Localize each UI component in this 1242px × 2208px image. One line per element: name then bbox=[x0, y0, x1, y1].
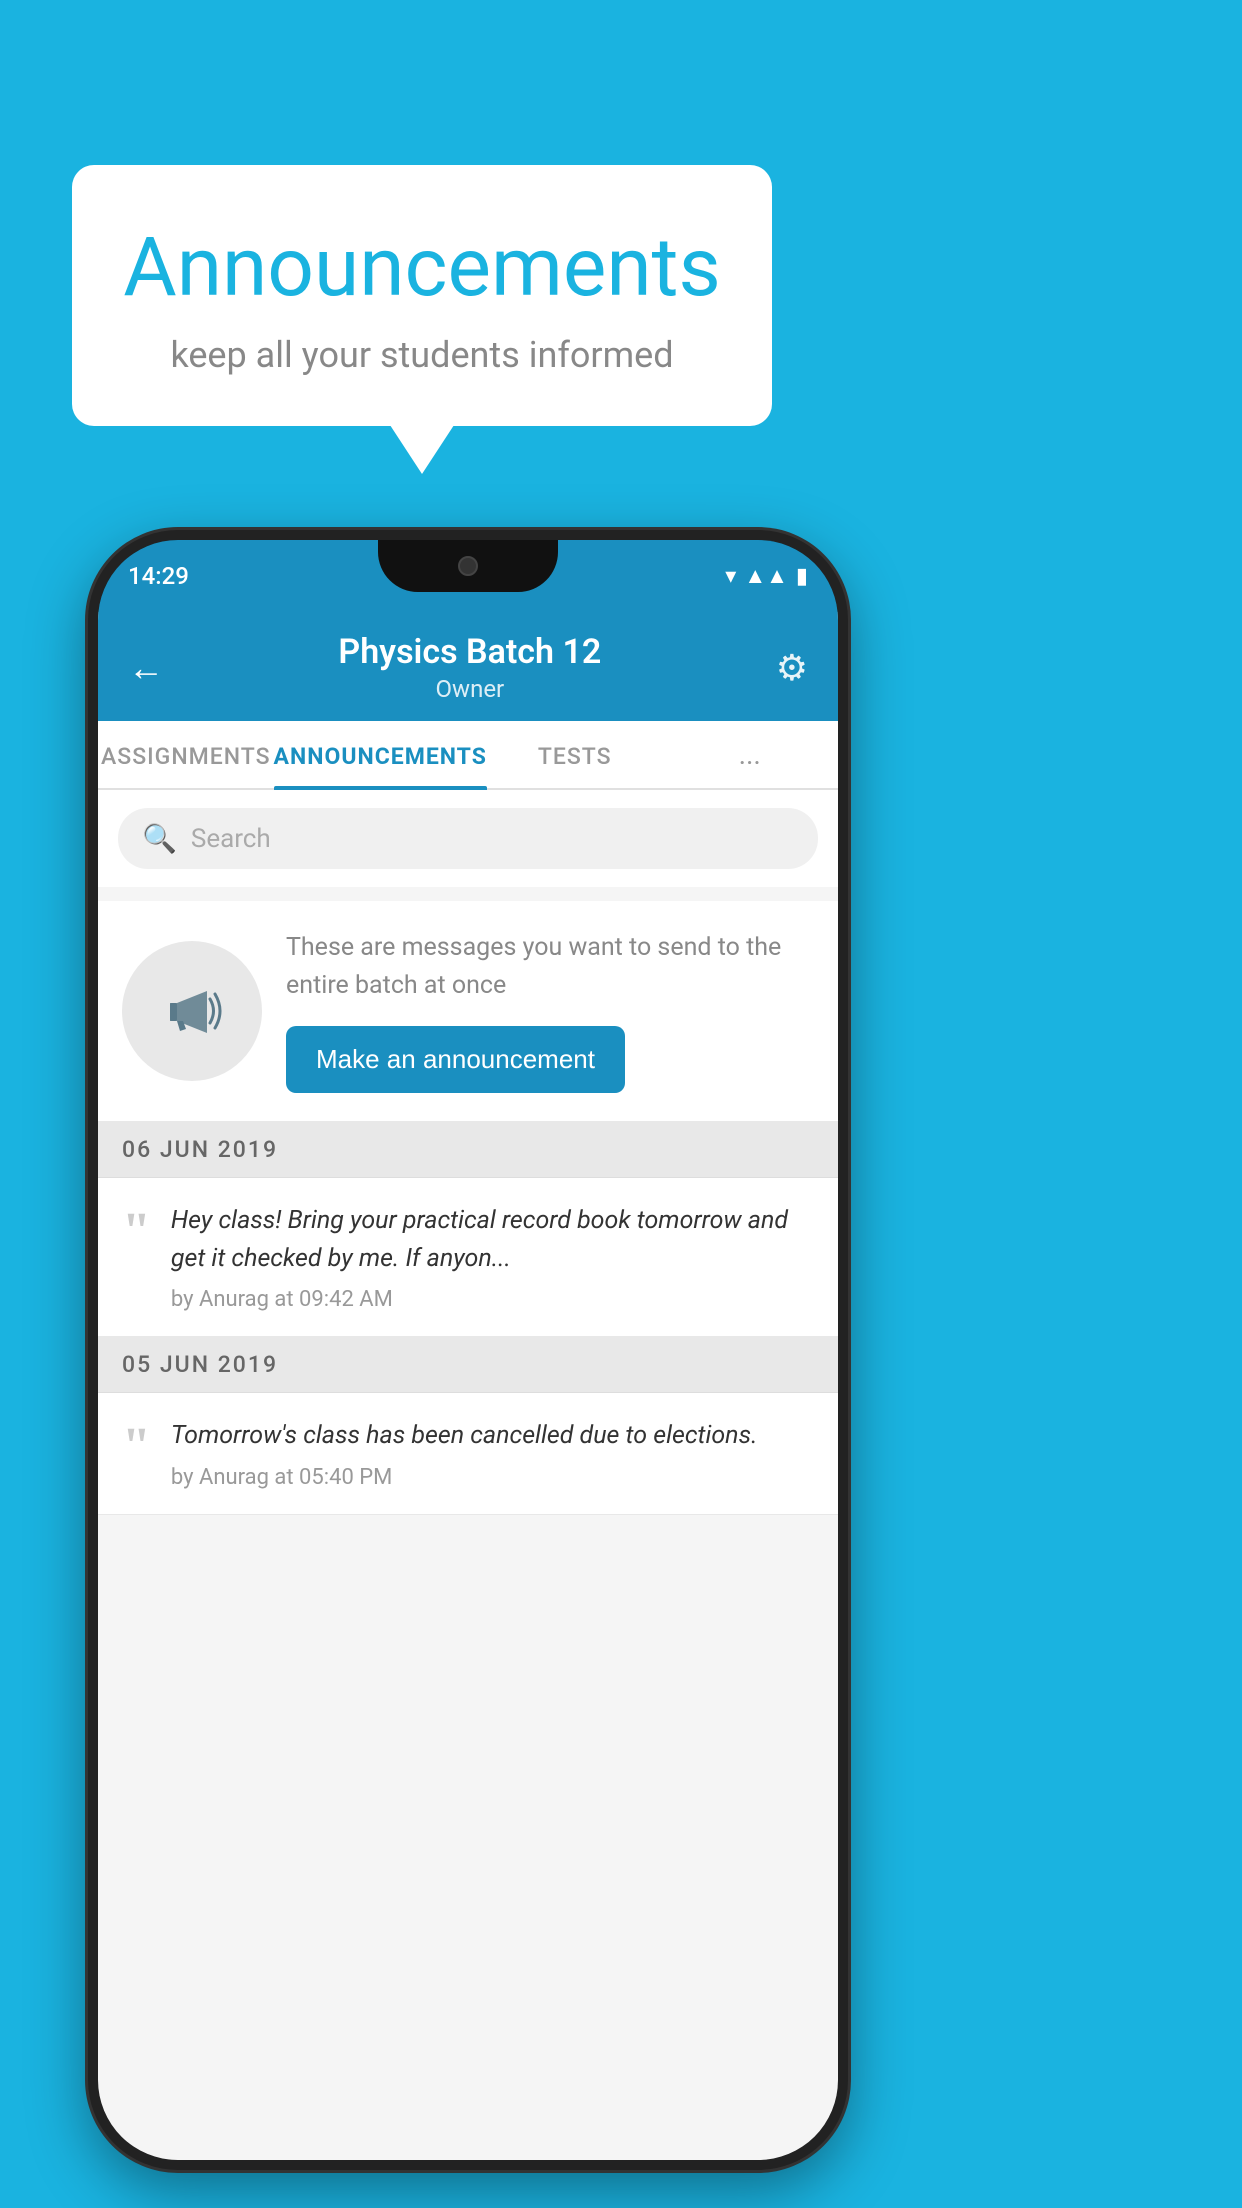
tab-more[interactable]: ... bbox=[662, 721, 838, 788]
announcement-meta-1: by Anurag at 09:42 AM bbox=[171, 1287, 814, 1312]
phone-frame: 14:29 ▾ ▲▲ ▮ ← Physics Batch 12 Owner ⚙ … bbox=[88, 530, 848, 2170]
prompt-message: These are messages you want to send to t… bbox=[286, 929, 814, 1004]
battery-icon: ▮ bbox=[796, 564, 808, 589]
volume-down-button bbox=[88, 900, 94, 960]
announcement-meta-2: by Anurag at 05:40 PM bbox=[171, 1465, 814, 1490]
status-time: 14:29 bbox=[128, 562, 189, 590]
date-separator-1: 06 JUN 2019 bbox=[98, 1122, 838, 1178]
announcement-item-2[interactable]: " Tomorrow's class has been cancelled du… bbox=[98, 1393, 838, 1515]
announcement-body-2: Tomorrow's class has been cancelled due … bbox=[171, 1417, 814, 1455]
search-bar[interactable]: 🔍 Search bbox=[118, 808, 818, 869]
quote-icon-1: " bbox=[122, 1206, 151, 1258]
phone-screen: ← Physics Batch 12 Owner ⚙ ASSIGNMENTS A… bbox=[98, 612, 838, 2160]
quote-icon-2: " bbox=[122, 1421, 151, 1473]
announcement-prompt: These are messages you want to send to t… bbox=[98, 901, 838, 1122]
volume-up-button bbox=[88, 820, 94, 880]
status-icons: ▾ ▲▲ ▮ bbox=[725, 563, 808, 589]
tab-assignments[interactable]: ASSIGNMENTS bbox=[98, 721, 274, 788]
front-camera bbox=[458, 556, 478, 576]
speech-bubble: Announcements keep all your students inf… bbox=[72, 165, 772, 426]
announcement-item-1[interactable]: " Hey class! Bring your practical record… bbox=[98, 1178, 838, 1337]
megaphone-icon-circle bbox=[122, 941, 262, 1081]
tabs-bar: ASSIGNMENTS ANNOUNCEMENTS TESTS ... bbox=[98, 721, 838, 790]
search-container: 🔍 Search bbox=[98, 790, 838, 887]
settings-icon[interactable]: ⚙ bbox=[776, 647, 808, 689]
back-button[interactable]: ← bbox=[128, 647, 164, 689]
tab-announcements[interactable]: ANNOUNCEMENTS bbox=[274, 721, 487, 788]
wifi-icon: ▾ bbox=[725, 564, 736, 589]
header-title-group: Physics Batch 12 Owner bbox=[164, 632, 776, 703]
date-separator-2: 05 JUN 2019 bbox=[98, 1337, 838, 1393]
search-icon: 🔍 bbox=[142, 822, 177, 855]
signal-icon: ▲▲ bbox=[744, 563, 788, 589]
announcement-body-1: Hey class! Bring your practical record b… bbox=[171, 1202, 814, 1277]
notch bbox=[378, 540, 558, 592]
announcement-text-1: Hey class! Bring your practical record b… bbox=[171, 1202, 814, 1312]
status-bar: 14:29 ▾ ▲▲ ▮ bbox=[98, 540, 838, 612]
speech-bubble-subtitle: keep all your students informed bbox=[122, 334, 722, 376]
power-button bbox=[842, 850, 848, 940]
batch-role: Owner bbox=[164, 675, 776, 703]
megaphone-icon bbox=[152, 971, 232, 1051]
app-header: ← Physics Batch 12 Owner ⚙ bbox=[98, 612, 838, 721]
speech-bubble-title: Announcements bbox=[122, 220, 722, 316]
tab-tests[interactable]: TESTS bbox=[487, 721, 663, 788]
make-announcement-button[interactable]: Make an announcement bbox=[286, 1026, 625, 1093]
search-placeholder: Search bbox=[191, 824, 271, 854]
prompt-content: These are messages you want to send to t… bbox=[286, 929, 814, 1093]
announcement-text-2: Tomorrow's class has been cancelled due … bbox=[171, 1417, 814, 1490]
batch-title: Physics Batch 12 bbox=[164, 632, 776, 672]
